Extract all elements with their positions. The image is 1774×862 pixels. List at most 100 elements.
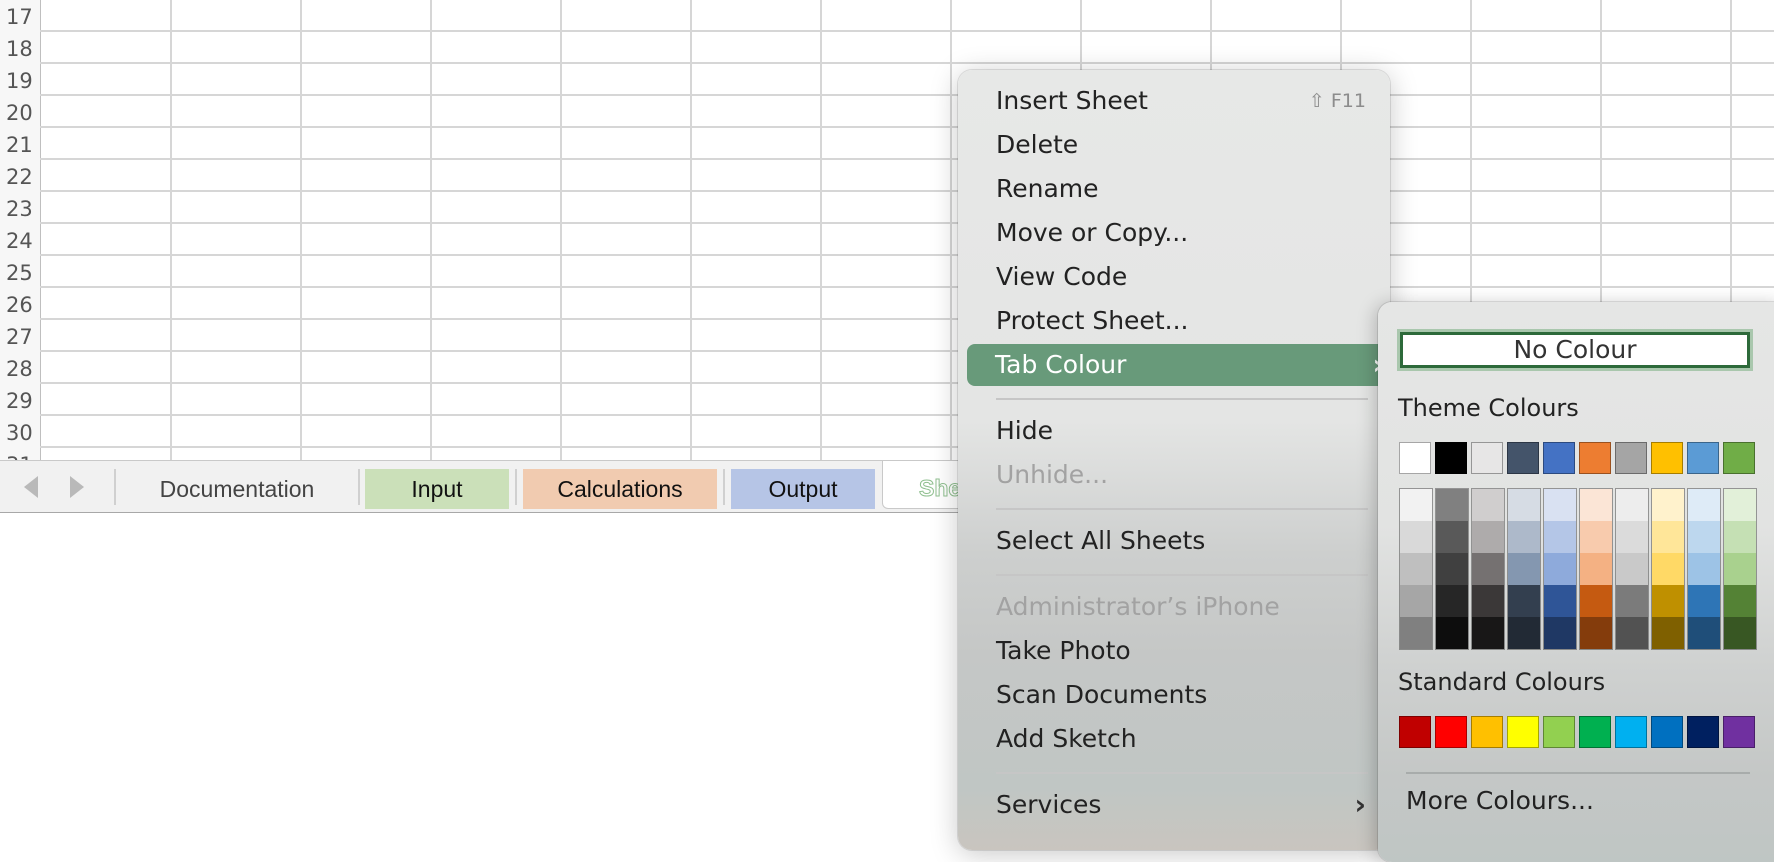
- menu-item-hide[interactable]: Hide: [968, 410, 1380, 452]
- row-number[interactable]: 20: [0, 96, 42, 128]
- menu-item-take-photo[interactable]: Take Photo: [968, 630, 1380, 672]
- theme-shade-swatch[interactable]: [1508, 585, 1540, 617]
- standard-colour-swatch[interactable]: [1435, 716, 1467, 748]
- theme-shade-swatch[interactable]: [1400, 521, 1432, 553]
- menu-item-tab-colour[interactable]: Tab Colour ›: [967, 344, 1398, 386]
- theme-shade-swatch[interactable]: [1580, 553, 1612, 585]
- theme-colour-swatch[interactable]: [1399, 442, 1431, 474]
- theme-shade-swatch[interactable]: [1436, 617, 1468, 649]
- menu-item-move-or-copy[interactable]: Move or Copy...: [968, 212, 1380, 254]
- theme-shade-swatch[interactable]: [1436, 521, 1468, 553]
- standard-colour-swatch[interactable]: [1399, 716, 1431, 748]
- theme-shade-swatch[interactable]: [1616, 489, 1648, 521]
- theme-shade-swatch[interactable]: [1436, 553, 1468, 585]
- standard-colour-swatch[interactable]: [1579, 716, 1611, 748]
- theme-shade-swatch[interactable]: [1544, 489, 1576, 521]
- row-number[interactable]: 19: [0, 64, 42, 96]
- row-number[interactable]: 21: [0, 128, 42, 160]
- theme-shade-swatch[interactable]: [1508, 489, 1540, 521]
- theme-shade-swatch[interactable]: [1472, 553, 1504, 585]
- theme-colour-swatch[interactable]: [1651, 442, 1683, 474]
- theme-shade-swatch[interactable]: [1580, 617, 1612, 649]
- theme-shade-swatch[interactable]: [1508, 521, 1540, 553]
- theme-shade-swatch[interactable]: [1400, 585, 1432, 617]
- theme-shade-swatch[interactable]: [1616, 617, 1648, 649]
- theme-shade-swatch[interactable]: [1652, 585, 1684, 617]
- more-colours-button[interactable]: More Colours...: [1406, 786, 1594, 815]
- theme-shade-swatch[interactable]: [1616, 553, 1648, 585]
- theme-colour-swatch[interactable]: [1615, 442, 1647, 474]
- theme-shade-swatch[interactable]: [1688, 521, 1720, 553]
- triangle-left-icon[interactable]: [24, 476, 38, 498]
- theme-colour-swatch[interactable]: [1579, 442, 1611, 474]
- standard-colour-swatch[interactable]: [1543, 716, 1575, 748]
- theme-shade-swatch[interactable]: [1544, 553, 1576, 585]
- menu-item-select-all-sheets[interactable]: Select All Sheets: [968, 520, 1380, 562]
- theme-shade-swatch[interactable]: [1580, 585, 1612, 617]
- theme-shade-swatch[interactable]: [1724, 489, 1756, 521]
- theme-colour-swatch[interactable]: [1687, 442, 1719, 474]
- standard-colour-swatch[interactable]: [1507, 716, 1539, 748]
- row-number[interactable]: 23: [0, 192, 42, 224]
- theme-shade-swatch[interactable]: [1688, 553, 1720, 585]
- row-number[interactable]: 25: [0, 256, 42, 288]
- theme-shade-swatch[interactable]: [1616, 521, 1648, 553]
- row-number[interactable]: 22: [0, 160, 42, 192]
- no-colour-button[interactable]: No Colour: [1400, 332, 1750, 368]
- menu-item-rename[interactable]: Rename: [968, 168, 1380, 210]
- menu-item-scan-documents[interactable]: Scan Documents: [968, 674, 1380, 716]
- theme-shade-swatch[interactable]: [1544, 617, 1576, 649]
- menu-item-delete[interactable]: Delete: [968, 124, 1380, 166]
- menu-item-add-sketch[interactable]: Add Sketch: [968, 718, 1380, 760]
- theme-shade-swatch[interactable]: [1436, 585, 1468, 617]
- theme-shade-swatch[interactable]: [1400, 553, 1432, 585]
- row-number[interactable]: 18: [0, 32, 42, 64]
- standard-colour-swatch[interactable]: [1615, 716, 1647, 748]
- row-number[interactable]: 26: [0, 288, 42, 320]
- standard-colour-swatch[interactable]: [1723, 716, 1755, 748]
- theme-shade-swatch[interactable]: [1544, 585, 1576, 617]
- theme-shade-swatch[interactable]: [1400, 617, 1432, 649]
- standard-colour-swatch[interactable]: [1651, 716, 1683, 748]
- theme-shade-swatch[interactable]: [1688, 585, 1720, 617]
- theme-shade-swatch[interactable]: [1436, 489, 1468, 521]
- theme-shade-swatch[interactable]: [1472, 521, 1504, 553]
- theme-colour-swatch[interactable]: [1471, 442, 1503, 474]
- theme-shade-swatch[interactable]: [1724, 553, 1756, 585]
- row-number[interactable]: 17: [0, 0, 42, 32]
- sheet-tab-calculations[interactable]: Calculations: [523, 469, 717, 509]
- theme-shade-swatch[interactable]: [1688, 617, 1720, 649]
- theme-shade-swatch[interactable]: [1724, 585, 1756, 617]
- row-number[interactable]: 24: [0, 224, 42, 256]
- theme-shade-swatch[interactable]: [1724, 617, 1756, 649]
- theme-shade-swatch[interactable]: [1400, 489, 1432, 521]
- theme-shade-swatch[interactable]: [1580, 521, 1612, 553]
- sheet-tab-output[interactable]: Output: [731, 469, 875, 509]
- theme-shade-swatch[interactable]: [1580, 489, 1612, 521]
- triangle-right-icon[interactable]: [70, 476, 84, 498]
- row-number[interactable]: 30: [0, 416, 42, 448]
- theme-shade-swatch[interactable]: [1472, 489, 1504, 521]
- theme-shade-swatch[interactable]: [1508, 617, 1540, 649]
- theme-colour-swatch[interactable]: [1507, 442, 1539, 474]
- theme-colour-swatch[interactable]: [1435, 442, 1467, 474]
- menu-item-services[interactable]: Services ›: [968, 784, 1380, 826]
- theme-shade-swatch[interactable]: [1472, 617, 1504, 649]
- standard-colour-swatch[interactable]: [1471, 716, 1503, 748]
- theme-shade-swatch[interactable]: [1508, 553, 1540, 585]
- menu-item-insert-sheet[interactable]: Insert Sheet ⇧ F11: [968, 80, 1380, 122]
- theme-shade-swatch[interactable]: [1616, 585, 1648, 617]
- row-number[interactable]: 29: [0, 384, 42, 416]
- theme-shade-swatch[interactable]: [1652, 553, 1684, 585]
- theme-colour-swatch[interactable]: [1723, 442, 1755, 474]
- theme-shade-swatch[interactable]: [1652, 489, 1684, 521]
- menu-item-view-code[interactable]: View Code: [968, 256, 1380, 298]
- theme-shade-swatch[interactable]: [1544, 521, 1576, 553]
- sheet-tab-input[interactable]: Input: [365, 469, 509, 509]
- menu-item-protect-sheet[interactable]: Protect Sheet...: [968, 300, 1380, 342]
- row-number[interactable]: 28: [0, 352, 42, 384]
- theme-shade-swatch[interactable]: [1652, 521, 1684, 553]
- theme-shade-swatch[interactable]: [1652, 617, 1684, 649]
- standard-colour-swatch[interactable]: [1687, 716, 1719, 748]
- theme-colour-swatch[interactable]: [1543, 442, 1575, 474]
